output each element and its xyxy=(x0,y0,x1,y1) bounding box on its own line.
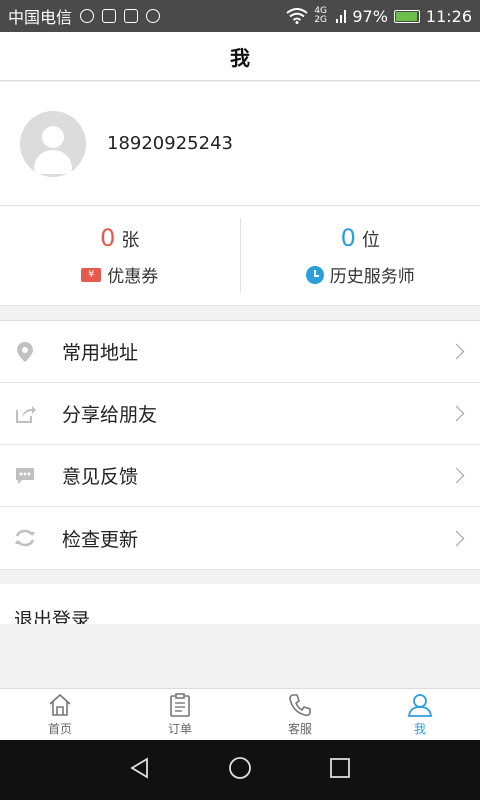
share-icon xyxy=(14,403,36,425)
home-circle-icon xyxy=(229,757,251,779)
page-title: 我 xyxy=(230,45,250,70)
wifi-icon xyxy=(286,8,308,24)
menu-label-feedback: 意见反馈 xyxy=(62,466,139,488)
chevron-right-icon xyxy=(448,343,465,360)
battery-level xyxy=(395,11,418,21)
image-icon xyxy=(102,9,117,23)
status-bar: 中国电信 4G 2G 97% 11:26 xyxy=(0,0,480,32)
clipboard-icon xyxy=(170,693,190,717)
back-button[interactable] xyxy=(128,756,152,784)
tab-orders[interactable]: 订单 xyxy=(120,689,240,740)
menu-item-update[interactable]: 检查更新 xyxy=(0,507,480,569)
avatar-body xyxy=(34,149,72,174)
carrier-label: 中国电信 xyxy=(8,8,73,27)
coupon-stat[interactable]: 0 张 ¥ 优惠券 xyxy=(0,206,240,305)
battery-icon xyxy=(393,9,420,23)
feedback-icon xyxy=(14,465,36,487)
recents-button[interactable] xyxy=(328,756,352,784)
stats-section: 0 张 ¥ 优惠券 0 位 历史服务师 xyxy=(0,206,480,306)
coupon-icon: ¥ xyxy=(81,267,102,282)
system-nav-bar xyxy=(0,740,480,800)
battery-percent: 97% xyxy=(352,6,388,26)
clock-icon xyxy=(305,265,324,284)
menu-item-feedback[interactable]: 意见反馈 xyxy=(0,445,480,507)
user-icon xyxy=(407,694,433,717)
history-label: 历史服务师 xyxy=(329,267,415,287)
location-pin-icon xyxy=(14,341,36,363)
avatar[interactable] xyxy=(20,110,86,177)
recents-square-icon xyxy=(330,758,350,778)
coupon-unit: 张 xyxy=(121,230,140,251)
coupon-label: 优惠券 xyxy=(107,267,159,287)
network-type: 4G 2G xyxy=(314,6,328,25)
clock: 11:26 xyxy=(425,6,472,26)
chevron-right-icon xyxy=(448,405,465,422)
coupon-count: 0 xyxy=(100,224,116,252)
history-unit: 位 xyxy=(361,230,380,251)
refresh-icon xyxy=(14,527,36,549)
signal-icon xyxy=(336,10,347,23)
menu-item-address[interactable]: 常用地址 xyxy=(0,321,480,383)
tab-home[interactable]: 首页 xyxy=(0,689,120,740)
history-count: 0 xyxy=(340,224,356,252)
tab-me[interactable]: 我 xyxy=(360,689,480,740)
tab-label: 我 xyxy=(413,722,426,736)
logout-label: 退出登录 xyxy=(14,609,91,624)
tab-label: 订单 xyxy=(167,722,192,736)
phone-number: 18920925243 xyxy=(107,133,233,154)
menu-label-share: 分享给朋友 xyxy=(62,404,158,426)
title-bar: 我 xyxy=(0,32,480,81)
message-icon xyxy=(80,9,95,23)
phone-icon xyxy=(289,694,311,717)
bottom-tab-bar: 首页 订单 客服 我 xyxy=(0,688,480,740)
chevron-right-icon xyxy=(448,467,465,484)
logout-button[interactable]: 退出登录 xyxy=(0,584,480,624)
keyboard-icon xyxy=(124,9,139,23)
avatar-head xyxy=(42,125,64,148)
sync-icon xyxy=(146,9,161,23)
home-nav-button[interactable] xyxy=(228,756,252,784)
home-icon xyxy=(49,693,71,716)
back-triangle-icon xyxy=(130,757,148,779)
tab-label: 客服 xyxy=(287,722,312,736)
menu-list: 常用地址 分享给朋友 意见反馈 检查更新 xyxy=(0,320,480,570)
history-stat[interactable]: 0 位 历史服务师 xyxy=(239,218,480,293)
tab-service[interactable]: 客服 xyxy=(240,689,360,740)
menu-label-address: 常用地址 xyxy=(62,342,139,364)
menu-label-update: 检查更新 xyxy=(62,528,139,551)
chevron-right-icon xyxy=(448,530,465,546)
tab-label: 首页 xyxy=(47,722,72,736)
profile-section[interactable]: 18920925243 xyxy=(0,82,480,206)
menu-item-share[interactable]: 分享给朋友 xyxy=(0,383,480,445)
